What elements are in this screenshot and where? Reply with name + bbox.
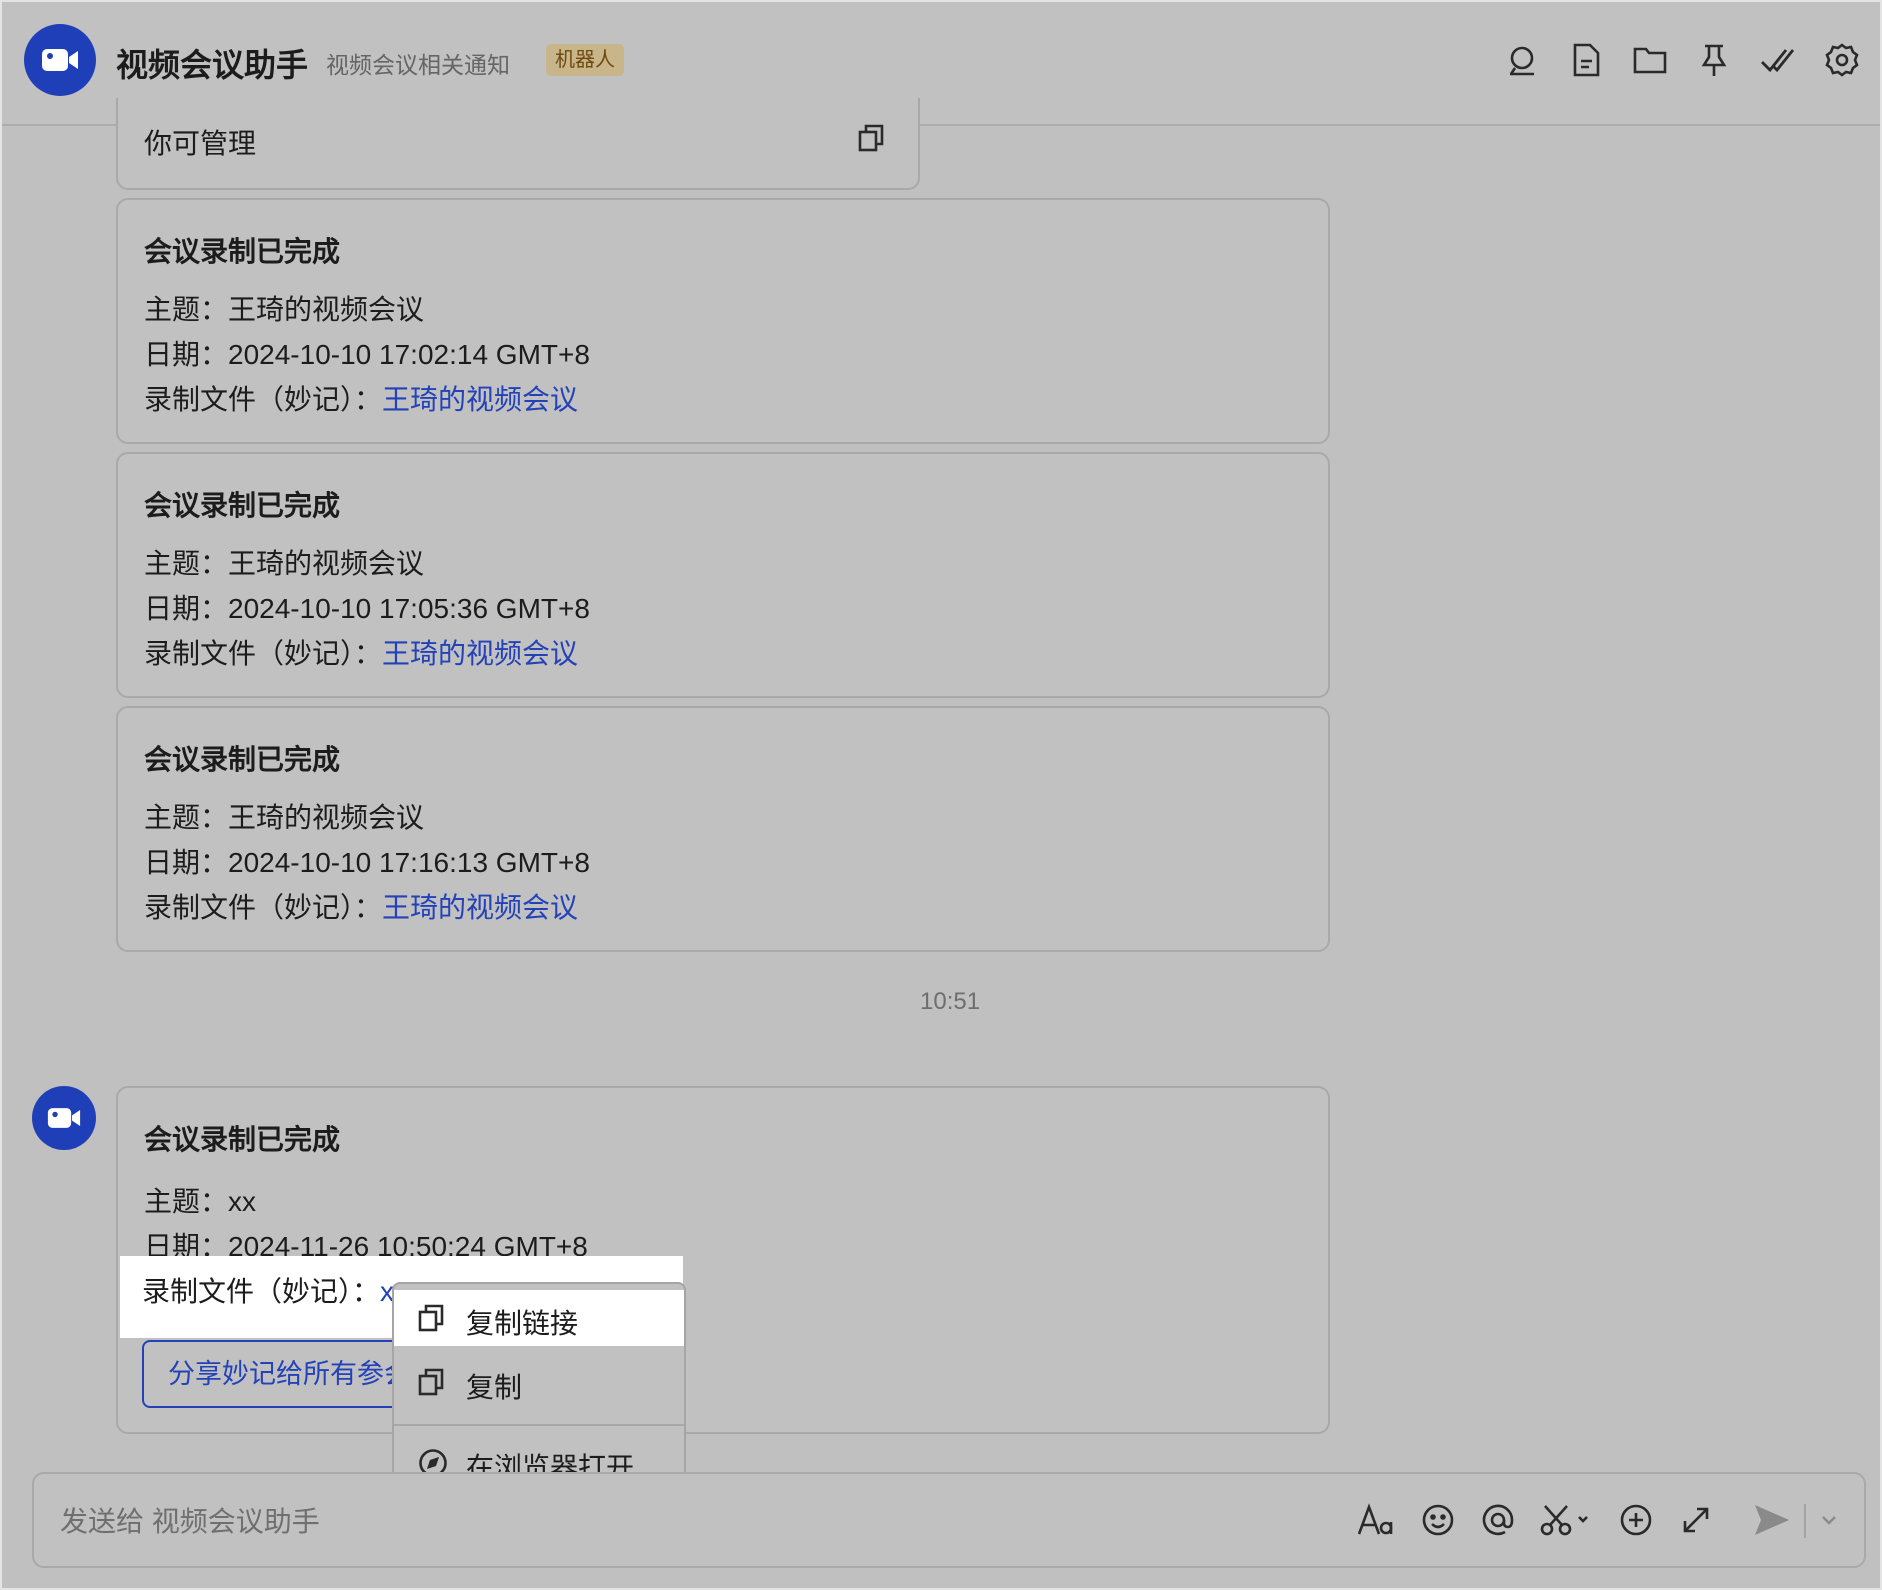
topic-line: 主题：王琦的视频会议 xyxy=(144,802,425,833)
document-icon[interactable] xyxy=(1566,40,1606,80)
recording-link[interactable]: 王琦的视频会议 xyxy=(382,384,578,415)
search-icon[interactable] xyxy=(1502,40,1542,80)
message-input[interactable] xyxy=(60,1502,960,1542)
card-title: 会议录制已完成 xyxy=(144,1124,341,1155)
topic-value: 王琦的视频会议 xyxy=(228,802,425,833)
mention-icon[interactable] xyxy=(1478,1500,1518,1540)
video-camera-icon xyxy=(42,49,78,71)
topic-line: 主题：王琦的视频会议 xyxy=(144,548,425,579)
file-line: 录制文件（妙记）：王琦的视频会议 xyxy=(144,892,579,923)
bot-badge: 机器人 xyxy=(546,44,624,76)
chevron-down-icon[interactable] xyxy=(1816,1500,1842,1540)
message-card: 会议录制已完成 主题：王琦的视频会议 日期：2024-10-10 17:02:1… xyxy=(116,198,1330,444)
card-text: 你可管理 xyxy=(144,128,257,159)
chat-title: 视频会议助手 xyxy=(116,47,309,83)
message-card: 会议录制已完成 主题：王琦的视频会议 日期：2024-10-10 17:16:1… xyxy=(116,706,1330,952)
card-title: 会议录制已完成 xyxy=(144,236,341,267)
font-format-icon[interactable] xyxy=(1356,1500,1396,1540)
topic-line: 主题：xx xyxy=(144,1186,257,1217)
divider xyxy=(1804,1504,1806,1538)
date-value: 2024-10-10 17:16:13 GMT+8 xyxy=(228,847,590,878)
date-line: 日期：2024-10-10 17:05:36 GMT+8 xyxy=(144,593,590,624)
message-card: 会议录制已完成 主题：王琦的视频会议 日期：2024-10-10 17:05:3… xyxy=(116,452,1330,698)
copy-icon[interactable] xyxy=(858,124,884,157)
share-minutes-button[interactable]: 分享妙记给所有参会人 xyxy=(142,1340,422,1408)
card-title: 会议录制已完成 xyxy=(144,744,341,775)
copy-icon xyxy=(418,1368,444,1403)
file-line: 录制文件（妙记）：xx xyxy=(142,1270,408,1310)
card-title: 会议录制已完成 xyxy=(144,490,341,521)
send-icon[interactable] xyxy=(1750,1500,1794,1540)
file-line: 录制文件（妙记）：王琦的视频会议 xyxy=(144,384,579,415)
topic-line: 主题：王琦的视频会议 xyxy=(144,294,425,325)
scissors-icon[interactable] xyxy=(1538,1500,1592,1540)
menu-item-label: 复制链接 xyxy=(466,1308,579,1339)
gear-icon[interactable] xyxy=(1822,40,1862,80)
add-icon[interactable] xyxy=(1616,1500,1656,1540)
emoji-icon[interactable] xyxy=(1418,1500,1458,1540)
date-line: 日期：2024-10-10 17:02:14 GMT+8 xyxy=(144,339,590,370)
message-card-partial: 你可管理 xyxy=(116,98,920,190)
menu-item-copy[interactable]: 复制 xyxy=(394,1354,684,1410)
chat-window: 视频会议助手 视频会议相关通知 机器人 你可管理 会议录制已完成 主题：王琦的视… xyxy=(0,0,1882,1590)
chat-subtitle: 视频会议相关通知 xyxy=(326,52,510,78)
date-value: 2024-10-10 17:02:14 GMT+8 xyxy=(228,339,590,370)
video-camera-icon xyxy=(47,1108,81,1128)
menu-divider xyxy=(394,1424,684,1426)
double-check-icon[interactable] xyxy=(1758,40,1798,80)
bot-avatar[interactable] xyxy=(32,1086,96,1150)
context-menu: 复制链接 复制 在浏览器打开 xyxy=(392,1282,686,1500)
copy-icon xyxy=(418,1304,444,1339)
bot-avatar[interactable] xyxy=(24,24,96,96)
folder-icon[interactable] xyxy=(1630,40,1670,80)
time-separator: 10:51 xyxy=(920,988,981,1015)
message-composer xyxy=(32,1472,1866,1568)
date-line: 日期：2024-10-10 17:16:13 GMT+8 xyxy=(144,847,590,878)
pin-icon[interactable] xyxy=(1694,40,1734,80)
topic-value: xx xyxy=(228,1186,257,1217)
recording-link[interactable]: 王琦的视频会议 xyxy=(382,638,578,669)
date-value: 2024-10-10 17:05:36 GMT+8 xyxy=(228,593,590,624)
file-line: 录制文件（妙记）：王琦的视频会议 xyxy=(144,638,579,669)
topic-value: 王琦的视频会议 xyxy=(228,294,425,325)
recording-link[interactable]: 王琦的视频会议 xyxy=(382,892,578,923)
menu-item-copy-link[interactable]: 复制链接 xyxy=(394,1290,684,1346)
expand-icon[interactable] xyxy=(1676,1500,1716,1540)
menu-item-label: 复制 xyxy=(466,1372,523,1403)
topic-value: 王琦的视频会议 xyxy=(228,548,425,579)
